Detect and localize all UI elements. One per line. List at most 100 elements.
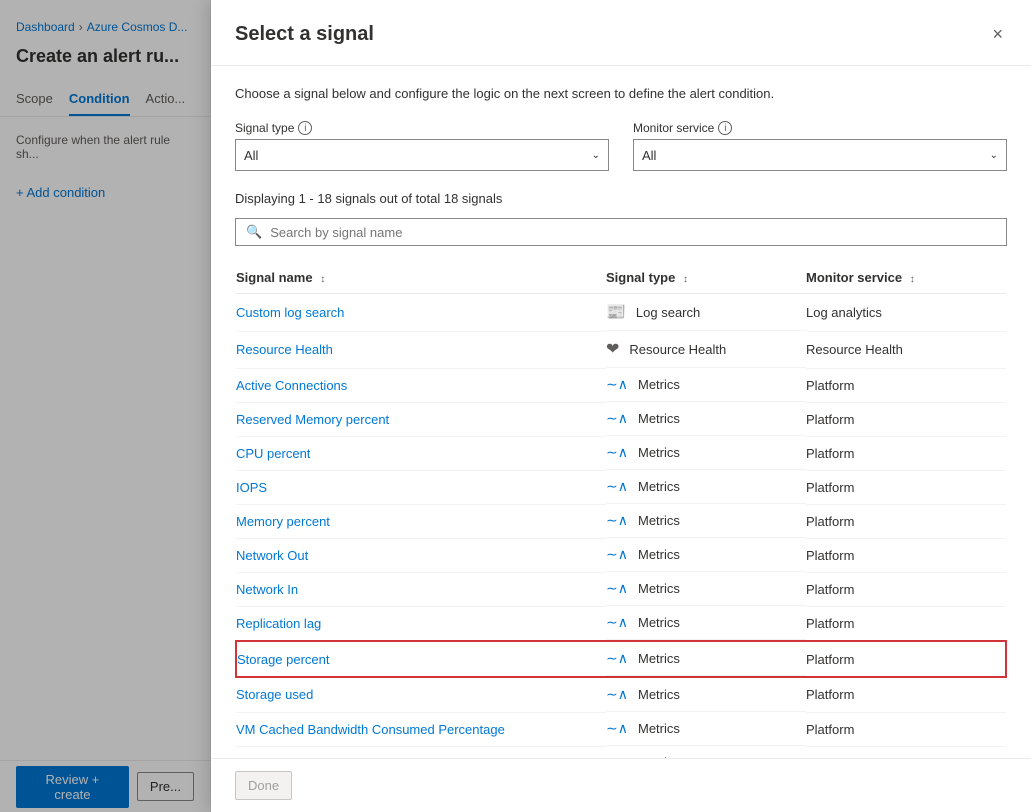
table-row[interactable]: VM Cached Bandwidth Consumed Percentage … <box>236 712 1006 746</box>
monitor-service-cell: Platform <box>806 402 1006 436</box>
signal-type-cell: ∼∧ Metrics <box>606 712 806 746</box>
table-row[interactable]: Memory percent ∼∧ Metrics Platform <box>236 504 1006 538</box>
signal-name-link[interactable]: Storage used <box>236 687 313 702</box>
monitor-service-text: Platform <box>806 616 854 631</box>
signal-type-text: Log search <box>636 305 700 320</box>
monitor-service-cell: Log analytics <box>806 294 1006 332</box>
modal-title: Select a signal <box>235 23 374 46</box>
monitor-service-cell: Platform <box>806 712 1006 746</box>
signal-type-text: Metrics <box>638 479 680 494</box>
signal-type-text: Resource Health <box>629 342 726 357</box>
signal-name-cell: Network In <box>236 572 606 606</box>
search-input[interactable] <box>270 225 996 240</box>
signal-type-cell: ∼∧ Metrics <box>606 572 806 606</box>
signal-name-cell: Reserved Memory percent <box>236 402 606 436</box>
monitor-service-cell: Platform <box>806 572 1006 606</box>
monitor-service-cell: Platform <box>806 746 1006 758</box>
signal-type-cell: ∼∧ Metrics <box>606 606 806 640</box>
search-box[interactable]: 🔍 <box>235 218 1007 246</box>
monitor-service-text: Platform <box>806 582 854 597</box>
signal-name-link[interactable]: Reserved Memory percent <box>236 412 389 427</box>
signal-name-cell: Network Out <box>236 538 606 572</box>
monitor-service-cell: Platform <box>806 368 1006 402</box>
monitor-service-cell: Resource Health <box>806 331 1006 368</box>
signal-name-link[interactable]: Resource Health <box>236 342 333 357</box>
table-row[interactable]: Reserved Memory percent ∼∧ Metrics Platf… <box>236 402 1006 436</box>
monitor-service-info-icon[interactable]: i <box>718 121 732 135</box>
signal-type-filter: Signal type i All ⌄ <box>235 121 609 171</box>
signal-name-link[interactable]: Memory percent <box>236 514 330 529</box>
table-row[interactable]: Storage percent ∼∧ Metrics Platform <box>236 641 1006 677</box>
table-row[interactable]: CPU percent ∼∧ Metrics Platform <box>236 436 1006 470</box>
table-row[interactable]: Network In ∼∧ Metrics Platform <box>236 572 1006 606</box>
table-row[interactable]: Storage used ∼∧ Metrics Platform <box>236 677 1006 712</box>
signal-type-cell: ❤ Resource Health <box>606 331 806 368</box>
metrics-icon: ∼∧ <box>606 614 628 631</box>
sort-signal-name-icon[interactable]: ↕ <box>320 274 325 285</box>
monitor-service-cell: Platform <box>806 677 1006 712</box>
signal-type-text: Metrics <box>638 615 680 630</box>
modal-footer: Done <box>211 758 1031 812</box>
monitor-service-cell: Platform <box>806 470 1006 504</box>
sort-signal-type-icon[interactable]: ↕ <box>683 274 688 285</box>
signal-type-cell: ∼∧ Metrics <box>606 538 806 572</box>
table-row[interactable]: Resource Health ❤ Resource Health Resour… <box>236 331 1006 368</box>
signal-type-text: Metrics <box>638 411 680 426</box>
monitor-service-filter: Monitor service i All ⌄ <box>633 121 1007 171</box>
display-count: Displaying 1 - 18 signals out of total 1… <box>235 191 1007 206</box>
monitor-service-text: Platform <box>806 548 854 563</box>
col-signal-type: Signal type ↕ <box>606 262 806 294</box>
signal-name-link[interactable]: IOPS <box>236 480 267 495</box>
col-monitor-service: Monitor service ↕ <box>806 262 1006 294</box>
signal-type-cell: ∼∧ Metrics <box>606 678 806 712</box>
monitor-service-text: Platform <box>806 514 854 529</box>
resource-health-icon: ❤ <box>606 339 619 359</box>
signal-type-text: Metrics <box>638 547 680 562</box>
select-signal-modal: Select a signal × Choose a signal below … <box>211 0 1031 812</box>
signal-name-link[interactable]: Active Connections <box>236 378 347 393</box>
signal-name-cell: Replication lag <box>236 606 606 641</box>
signal-type-select[interactable]: All ⌄ <box>235 139 609 171</box>
signal-name-link[interactable]: Replication lag <box>236 616 321 631</box>
monitor-service-text: Log analytics <box>806 305 882 320</box>
monitor-service-chevron: ⌄ <box>990 150 998 161</box>
signal-type-cell: ∼∧ Metrics <box>606 470 806 504</box>
monitor-service-text: Platform <box>806 412 854 427</box>
monitor-service-text: Platform <box>806 722 854 737</box>
signal-name-link[interactable]: CPU percent <box>236 446 310 461</box>
table-row[interactable]: Custom log search 📰 Log search Log analy… <box>236 294 1006 332</box>
signal-name-link[interactable]: Custom log search <box>236 305 344 320</box>
signal-name-link[interactable]: Storage percent <box>237 652 330 667</box>
monitor-service-select[interactable]: All ⌄ <box>633 139 1007 171</box>
signal-type-info-icon[interactable]: i <box>298 121 312 135</box>
table-row[interactable]: VM Cached IOPS Consumed Percentage ∼∧ Me… <box>236 746 1006 758</box>
metrics-icon: ∼∧ <box>606 546 628 563</box>
metrics-icon: ∼∧ <box>606 478 628 495</box>
filter-row: Signal type i All ⌄ Monitor service i Al… <box>235 121 1007 171</box>
table-row[interactable]: Network Out ∼∧ Metrics Platform <box>236 538 1006 572</box>
sort-monitor-service-icon[interactable]: ↕ <box>910 274 915 285</box>
col-signal-name: Signal name ↕ <box>236 262 606 294</box>
page-background: Dashboard › Azure Cosmos D... Create an … <box>0 0 1031 812</box>
table-row[interactable]: IOPS ∼∧ Metrics Platform <box>236 470 1006 504</box>
signal-name-link[interactable]: Network In <box>236 582 298 597</box>
signal-name-cell: VM Cached Bandwidth Consumed Percentage <box>236 712 606 746</box>
monitor-service-text: Platform <box>806 652 854 667</box>
monitor-service-cell: Platform <box>806 606 1006 641</box>
signal-name-cell: CPU percent <box>236 436 606 470</box>
monitor-service-text: Platform <box>806 480 854 495</box>
done-button[interactable]: Done <box>235 771 292 800</box>
close-button[interactable]: × <box>988 20 1007 49</box>
table-row[interactable]: Replication lag ∼∧ Metrics Platform <box>236 606 1006 641</box>
signal-name-link[interactable]: VM Cached Bandwidth Consumed Percentage <box>236 722 505 737</box>
signal-type-text: Metrics <box>638 687 680 702</box>
signal-type-cell: ∼∧ Metrics <box>606 746 806 758</box>
signal-name-cell: Memory percent <box>236 504 606 538</box>
metrics-icon: ∼∧ <box>606 410 628 427</box>
signal-table: Signal name ↕ Signal type ↕ Monitor serv… <box>235 262 1007 758</box>
signal-name-link[interactable]: Network Out <box>236 548 308 563</box>
signal-name-cell: IOPS <box>236 470 606 504</box>
table-row[interactable]: Active Connections ∼∧ Metrics Platform <box>236 368 1006 402</box>
modal-description: Choose a signal below and configure the … <box>235 86 1007 101</box>
monitor-service-cell: Platform <box>806 504 1006 538</box>
